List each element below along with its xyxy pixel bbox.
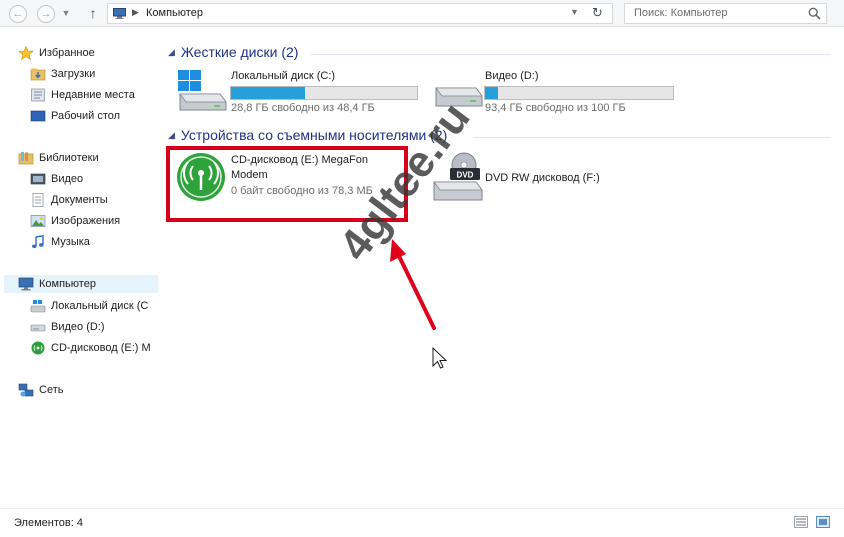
drive-d[interactable]: Видео (D:) 93,4 ГБ свободно из 100 ГБ [430, 66, 680, 116]
nav-favorites-label: Избранное [39, 47, 95, 59]
group-divider [311, 54, 831, 55]
nav-downloads-label: Загрузки [51, 68, 96, 80]
recent-places-icon [31, 88, 45, 102]
nav-libraries[interactable]: Библиотеки [18, 149, 99, 167]
breadcrumb-separator[interactable]: ▶ [132, 7, 139, 18]
nav-music-label: Музыка [51, 236, 90, 248]
refresh-button[interactable]: ↻ [592, 5, 603, 21]
nav-video-disk-label: Видео (D:) [51, 321, 105, 333]
mouse-cursor-icon [432, 346, 448, 369]
group-hard-disks-label: Жесткие диски (2) [180, 44, 299, 60]
nav-recent-label: Недавние места [51, 89, 135, 101]
music-icon [32, 235, 44, 248]
desktop-icon [30, 110, 46, 122]
nav-documents-label: Документы [51, 194, 108, 206]
drive-c-free-space: 28,8 ГБ свободно из 48,4 ГБ [231, 102, 375, 114]
items-count: Элементов: 4 [14, 517, 83, 529]
nav-images-label: Изображения [51, 215, 121, 227]
search-box[interactable]: Поиск: Компьютер [624, 3, 827, 24]
nav-network-label: Сеть [39, 384, 64, 396]
hard-disk-icon [30, 324, 46, 332]
system-drive-icon [178, 70, 227, 111]
red-arrow-shaft [397, 254, 436, 330]
forward-button[interactable]: → [37, 5, 55, 23]
group-divider [473, 137, 831, 138]
nav-images[interactable]: Изображения [30, 212, 120, 230]
search-icon[interactable] [808, 7, 821, 20]
drive-d-free-space: 93,4 ГБ свободно из 100 ГБ [485, 102, 626, 114]
address-toolbar: ← → ▼ ↑ ▶ Компьютер ▼ ↻ Поиск: Компьютер [0, 0, 844, 27]
red-arrow-head [390, 239, 406, 262]
network-icon [18, 383, 34, 397]
nav-desktop[interactable]: Рабочий стол [30, 107, 120, 125]
libraries-icon [18, 152, 34, 165]
nav-computer[interactable]: Компьютер [4, 275, 158, 293]
address-bar[interactable]: ▶ Компьютер ▼ ↻ [107, 3, 613, 24]
computer-icon [18, 277, 34, 291]
back-button[interactable]: ← [9, 5, 27, 23]
details-view-icon[interactable] [794, 516, 808, 528]
drive-c-usage-fill [231, 87, 306, 99]
collapse-chevron-icon[interactable]: ◢ [168, 130, 175, 141]
nav-computer-label: Компьютер [39, 278, 96, 290]
drive-d-usage-fill [485, 87, 499, 99]
nav-recent[interactable]: Недавние места [30, 86, 135, 104]
group-header-hard-disks[interactable]: ◢ Жесткие диски (2) [168, 44, 298, 60]
breadcrumb-computer[interactable]: Компьютер [146, 7, 203, 19]
nav-local-disk[interactable]: Локальный диск (C [30, 297, 158, 315]
nav-network[interactable]: Сеть [18, 381, 63, 399]
nav-libraries-label: Библиотеки [39, 152, 99, 164]
nav-cd-drive-label: CD-дисковод (E:) M [51, 342, 151, 354]
computer-icon [113, 8, 126, 19]
recent-locations-dropdown[interactable]: ▼ [60, 6, 72, 20]
nav-local-disk-label: Локальный диск (C [51, 300, 149, 312]
system-disk-icon [30, 300, 46, 313]
collapse-chevron-icon[interactable]: ◢ [168, 47, 175, 58]
nav-favorites[interactable]: Избранное [18, 44, 95, 62]
nav-video[interactable]: Видео [30, 170, 83, 188]
megafon-modem-icon [31, 341, 45, 355]
nav-downloads[interactable]: Загрузки [30, 65, 95, 83]
navigation-pane: Избранное Загрузки Недавние места Рабочи… [0, 28, 160, 508]
nav-desktop-label: Рабочий стол [51, 110, 121, 122]
drive-c[interactable]: Локальный диск (C:) 28,8 ГБ свободно из … [174, 66, 424, 116]
nav-documents[interactable]: Документы [30, 191, 108, 209]
nav-video-label: Видео [51, 173, 84, 185]
images-icon [30, 215, 46, 227]
star-icon [18, 46, 34, 60]
drive-d-usage-bar [484, 86, 674, 100]
nav-video-disk[interactable]: Видео (D:) [30, 318, 105, 336]
nav-cd-drive[interactable]: CD-дисковод (E:) M [30, 339, 158, 357]
nav-music[interactable]: Музыка [30, 233, 90, 251]
drive-d-name: Видео (D:) [485, 70, 539, 82]
drive-c-usage-bar [230, 86, 418, 100]
video-library-icon [30, 173, 46, 185]
up-button[interactable]: ↑ [84, 4, 102, 22]
large-icons-view-icon[interactable] [816, 516, 830, 528]
drive-c-name: Локальный диск (C:) [231, 70, 336, 82]
documents-icon [32, 193, 44, 207]
downloads-folder-icon [30, 68, 46, 81]
dvd-logo-text: DVD [457, 171, 474, 180]
drive-f-dvd[interactable]: DVD DVD RW дисковод (F:) [430, 150, 630, 206]
drive-f-name: DVD RW дисковод (F:) [485, 172, 600, 184]
address-dropdown[interactable]: ▼ [570, 7, 579, 17]
search-input[interactable]: Поиск: Компьютер [634, 7, 728, 19]
status-bar: Элементов: 4 [0, 508, 844, 537]
